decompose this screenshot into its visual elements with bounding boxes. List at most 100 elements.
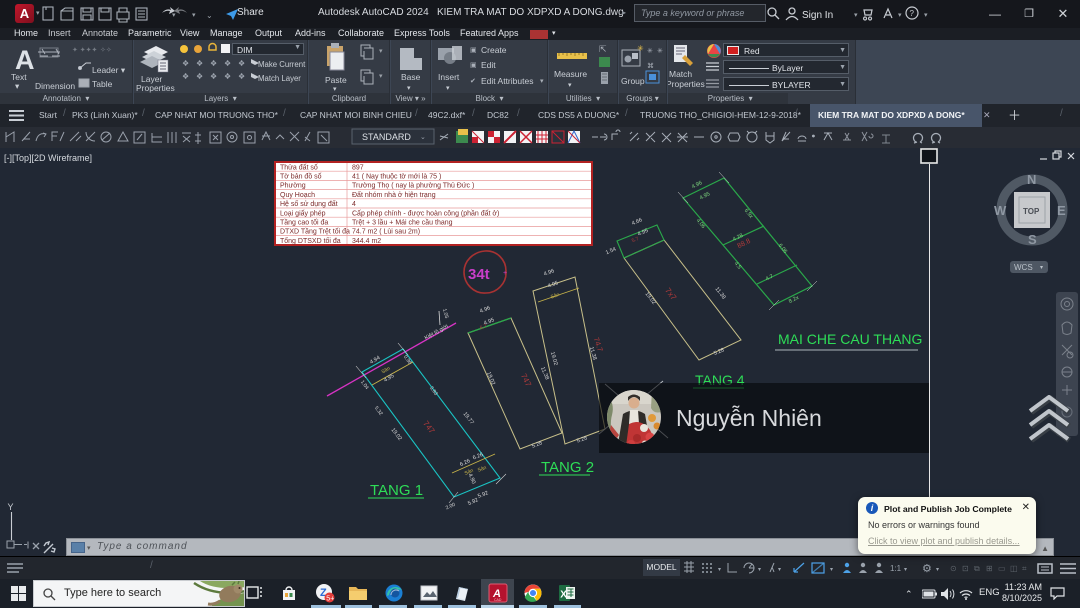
svg-text:41 ( Nay thuộc tờ mới là 75 ): 41 ( Nay thuộc tờ mới là 75 ) [352, 174, 441, 181]
svg-text:4.5: 4.5 [733, 261, 742, 271]
svg-text:Kiệt lộ giới: Kiệt lộ giới [424, 324, 450, 342]
svg-text:Base: Base [401, 72, 421, 82]
svg-text:Loại giấy phép: Loại giấy phép [280, 208, 326, 217]
svg-text:▾: ▾ [446, 85, 450, 92]
svg-text:5.28: 5.28 [713, 347, 725, 357]
svg-text:TANG 2: TANG 2 [541, 459, 594, 476]
svg-text:Table: Table [92, 79, 113, 89]
svg-text:6.9x: 6.9x [743, 208, 754, 220]
svg-text:⌘: ⌘ [647, 62, 654, 70]
svg-text:✳: ✳ [637, 44, 644, 53]
svg-text:Đất nhóm nhà ở hiện trạng: Đất nhóm nhà ở hiện trạng [352, 190, 436, 199]
svg-text:5.92: 5.92 [467, 497, 479, 507]
svg-text:⊡: ⊡ [962, 564, 969, 573]
svg-text:❖: ❖ [238, 59, 245, 68]
svg-text:6.06: 6.06 [777, 243, 788, 255]
svg-text:?: ? [910, 9, 915, 18]
svg-text:Trệt + 3 lầu + Mái che cầu tha: Trệt + 3 lầu + Mái che cầu thang [352, 218, 453, 227]
svg-text:◫: ◫ [1010, 564, 1018, 573]
svg-text:Hệ số sử dụng đất: Hệ số sử dụng đất [280, 199, 338, 208]
svg-text:⊞: ⊞ [986, 564, 993, 573]
svg-text:WCS: WCS [1014, 263, 1033, 272]
svg-text:34t: 34t [468, 266, 490, 283]
svg-text:Nguyễn Nhiên: Nguyễn Nhiên [676, 405, 822, 431]
svg-text:4.96: 4.96 [543, 268, 555, 277]
svg-text:4.06: 4.06 [695, 218, 706, 230]
svg-text:▾: ▾ [718, 567, 721, 573]
svg-text:Phường: Phường [280, 183, 306, 190]
svg-text:❖: ❖ [182, 72, 189, 81]
svg-text:⧉: ⧉ [974, 564, 980, 573]
svg-text:⌗: ⌗ [1022, 564, 1027, 573]
svg-text:▾: ▾ [758, 567, 761, 573]
svg-text:▾: ▾ [778, 567, 781, 573]
svg-text:✳: ✳ [647, 47, 653, 55]
svg-text:STANDARD: STANDARD [362, 132, 411, 142]
svg-text:74.7 m2 ( Lùi sau 2m): 74.7 m2 ( Lùi sau 2m) [352, 229, 420, 236]
svg-text:Paste: Paste [325, 75, 347, 85]
svg-text:19.02: 19.02 [390, 427, 403, 442]
svg-text:4: 4 [352, 201, 356, 208]
svg-text:⚙: ⚙ [922, 563, 932, 575]
svg-text:W: W [994, 203, 1007, 218]
svg-text:▾: ▾ [379, 48, 383, 55]
svg-text:Thửa đất số: Thửa đất số [280, 162, 318, 171]
svg-text:4.66: 4.66 [631, 217, 643, 227]
svg-text:E: E [1057, 203, 1066, 218]
svg-text:Match: Match [669, 69, 692, 79]
svg-text:❖: ❖ [196, 72, 203, 81]
svg-text:MAI CHE CAU THANG: MAI CHE CAU THANG [778, 331, 922, 347]
svg-text:5.32: 5.32 [373, 405, 384, 417]
svg-text:▾: ▾ [172, 12, 176, 19]
svg-text:Quy Hoạch: Quy Hoạch [280, 192, 315, 199]
svg-text:11.38: 11.38 [539, 366, 550, 381]
svg-text:▾: ▾ [924, 12, 928, 19]
svg-text:N: N [1027, 172, 1036, 187]
svg-text:Y: Y [8, 502, 14, 512]
svg-text:A: A [15, 45, 35, 75]
svg-text:747: 747 [519, 372, 533, 388]
svg-text:Sân: Sân [477, 465, 488, 474]
svg-text:Measure: Measure [554, 69, 587, 79]
svg-text:5.28: 5.28 [576, 435, 588, 444]
svg-text:⊙: ⊙ [950, 564, 957, 573]
svg-text:5.92: 5.92 [477, 490, 489, 499]
svg-text:▣: ▣ [470, 47, 477, 54]
svg-text:747: 747 [421, 419, 437, 436]
svg-text:TANG 1: TANG 1 [370, 482, 423, 499]
svg-text:4.95: 4.95 [547, 280, 559, 289]
svg-text:8.2x: 8.2x [788, 295, 800, 305]
svg-text:Sân: Sân [550, 292, 561, 301]
svg-text:344.4 m2: 344.4 m2 [352, 238, 381, 245]
svg-text:❖: ❖ [182, 59, 189, 68]
svg-text:❖: ❖ [224, 59, 231, 68]
svg-text:✳: ✳ [657, 47, 663, 55]
svg-text:CAD: CAD [494, 598, 502, 602]
svg-text:▾: ▾ [936, 567, 939, 573]
svg-text:Leader ▾: Leader ▾ [92, 65, 126, 75]
svg-text:❖: ❖ [238, 72, 245, 81]
svg-text:✔: ✔ [470, 78, 476, 85]
svg-text:1:1: 1:1 [890, 564, 902, 573]
svg-text:2.00: 2.00 [445, 502, 457, 512]
svg-text:19.77: 19.77 [462, 411, 475, 426]
svg-text:❖: ❖ [196, 59, 203, 68]
svg-text:897: 897 [352, 164, 364, 171]
svg-text:5+: 5+ [326, 595, 334, 602]
svg-text:Edit Attributes: Edit Attributes [481, 76, 533, 86]
svg-text:▾: ▾ [15, 81, 20, 91]
svg-text:Insert: Insert [438, 72, 460, 82]
svg-text:▾: ▾ [379, 73, 383, 80]
svg-text:✦ ✦✦✦: ✦ ✦✦✦ [72, 46, 98, 54]
svg-text:Tờ bản đồ số: Tờ bản đồ số [280, 172, 322, 181]
svg-text:Edit: Edit [481, 60, 496, 70]
svg-text:1.05: 1.05 [441, 308, 449, 319]
svg-text:▭: ▭ [998, 564, 1006, 573]
svg-text:DTXD Tầng Trệt tối đa: DTXD Tầng Trệt tối đa [280, 227, 350, 236]
svg-text:°: ° [812, 134, 815, 142]
svg-text:▾: ▾ [854, 12, 858, 19]
svg-text:▾: ▾ [1040, 265, 1043, 271]
svg-text:Match Layer: Match Layer [258, 74, 301, 83]
svg-text:▾: ▾ [904, 567, 907, 573]
svg-text:X: X [560, 590, 567, 601]
